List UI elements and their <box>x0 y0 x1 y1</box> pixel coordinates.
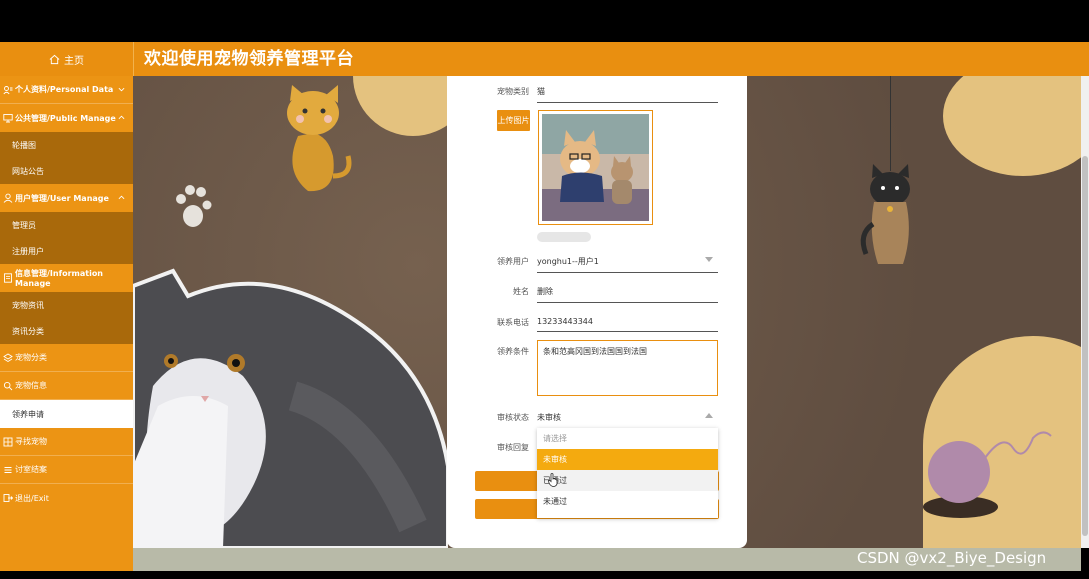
grid-icon <box>3 437 13 446</box>
home-icon <box>49 54 60 64</box>
status-option-approved[interactable]: 已通过 <box>537 470 718 491</box>
pet-type-field[interactable]: 猫 <box>537 86 718 103</box>
sidebar-item-label: 公共管理/Public Manage <box>15 113 116 123</box>
sidebar-item-admins[interactable]: 管理员 <box>0 212 133 238</box>
sidebar-item-public-manage[interactable]: 公共管理/Public Manage <box>0 104 133 132</box>
home-link[interactable]: 主页 <box>0 42 134 76</box>
adopter-select[interactable]: yonghu1--用户1 <box>537 256 718 273</box>
conditions-textarea[interactable]: 条和范高冈国到法国国到法国 <box>537 340 718 396</box>
sidebar-item-announcements[interactable]: 网站公告 <box>0 158 133 184</box>
bottom-black-bar <box>0 571 1089 579</box>
sidebar-item-pet-news[interactable]: 宠物资讯 <box>0 292 133 318</box>
sidebar-item-label: 宠物信息 <box>15 381 47 390</box>
hanging-cat-illustration <box>860 164 910 264</box>
sidebar-item-information-manage[interactable]: 信息管理/Information Manage <box>0 264 133 292</box>
pet-photo-preview[interactable] <box>538 110 653 225</box>
sidebar-item-label: 轮播图 <box>12 140 36 150</box>
status-option-rejected[interactable]: 未通过 <box>537 491 718 512</box>
status-dropdown: 请选择 未审核 已通过 未通过 <box>537 428 718 518</box>
layers-icon <box>3 352 13 362</box>
user-card-icon <box>3 85 13 94</box>
sidebar-item-pet-category[interactable]: 宠物分类 <box>0 344 133 372</box>
name-label: 姓名 <box>513 287 529 296</box>
name-field[interactable]: 删除 <box>537 286 718 303</box>
submenu-public-manage: 轮播图 网站公告 <box>0 132 133 184</box>
cartoon-cat-illustration <box>287 85 352 192</box>
logout-icon <box>3 494 13 502</box>
home-label: 主页 <box>64 55 84 67</box>
phone-field[interactable]: 13233443344 <box>537 317 718 332</box>
sidebar-item-label: 网站公告 <box>12 166 44 176</box>
sidebar-item-label: 宠物资讯 <box>12 300 44 310</box>
sidebar-item-label: 退出/Exit <box>15 493 49 503</box>
chevron-down-icon <box>118 87 125 92</box>
sidebar-item-carousel[interactable]: 轮播图 <box>0 132 133 158</box>
conditions-label: 领养条件 <box>497 347 529 356</box>
sidebar-item-case-closing[interactable]: 讨室结案 <box>0 456 133 484</box>
sidebar-item-label: 宠物分类 <box>15 353 47 362</box>
sidebar-item-label: 个人资料/Personal Data <box>15 85 114 94</box>
status-select[interactable]: 未审核 <box>537 412 718 429</box>
adoption-form-panel: 宠物类别 猫 上传图片 领养用户 yonghu1--用户1 姓名 删除 联系电话… <box>447 76 747 548</box>
status-option-placeholder[interactable]: 请选择 <box>537 428 718 449</box>
adopter-label: 领养用户 <box>497 257 529 266</box>
sidebar-item-label: 信息管理/Information Manage <box>15 269 104 288</box>
sidebar-item-registered-users[interactable]: 注册用户 <box>0 238 133 264</box>
watermark-text: CSDN @vx2_Biye_Design <box>857 549 1047 567</box>
page-scrollbar[interactable] <box>1081 76 1089 548</box>
chevron-up-icon <box>118 195 125 200</box>
sidebar-item-adoption-application[interactable]: 领养申请 <box>0 400 133 428</box>
submenu-information-manage: 宠物资讯 资讯分类 <box>0 292 133 344</box>
sidebar-item-label: 寻找宠物 <box>15 437 47 446</box>
sidebar-item-label: 领养申请 <box>12 409 44 419</box>
document-icon <box>4 273 12 283</box>
submenu-user-manage: 管理员 注册用户 <box>0 212 133 264</box>
yarn-string <box>984 431 1052 459</box>
user-icon <box>3 193 13 203</box>
caret-up-icon <box>705 413 713 418</box>
sidebar-item-label: 用户管理/User Manage <box>15 193 109 203</box>
chevron-up-icon <box>118 115 125 120</box>
sidebar-item-news-category[interactable]: 资讯分类 <box>0 318 133 344</box>
top-black-bar <box>0 0 1089 42</box>
adopter-value: yonghu1--用户1 <box>537 257 599 266</box>
reply-label: 审核回复 <box>497 443 529 452</box>
scrollbar-thumb[interactable] <box>1082 156 1088 536</box>
sidebar-item-label: 管理员 <box>12 220 36 230</box>
monitor-icon <box>3 114 13 123</box>
image-caption-placeholder <box>537 232 591 242</box>
paw-print-icon <box>176 185 212 227</box>
hanging-string <box>890 76 891 171</box>
search-icon <box>3 381 13 390</box>
list-icon <box>4 466 12 473</box>
page-title: 欢迎使用宠物领养管理平台 <box>144 49 354 69</box>
sidebar-item-label: 资讯分类 <box>12 326 44 336</box>
phone-label: 联系电话 <box>497 318 529 327</box>
sidebar-item-personal-data[interactable]: 个人资料/Personal Data <box>0 76 133 104</box>
sidebar-item-find-pet[interactable]: 寻找宠物 <box>0 428 133 456</box>
sidebar: 个人资料/Personal Data 公共管理/Public Manage 轮播… <box>0 76 133 571</box>
sidebar-item-label: 注册用户 <box>12 246 44 256</box>
hand-cursor-icon <box>548 473 558 487</box>
sidebar-item-pet-info[interactable]: 宠物信息 <box>0 372 133 400</box>
cat-photo <box>133 268 448 548</box>
sidebar-item-label: 讨室结案 <box>15 465 47 474</box>
sidebar-item-user-manage[interactable]: 用户管理/User Manage <box>0 184 133 212</box>
pet-type-label: 宠物类别 <box>497 87 529 96</box>
status-option-pending[interactable]: 未审核 <box>537 449 718 470</box>
app-header: 主页 欢迎使用宠物领养管理平台 <box>0 42 1089 76</box>
upload-image-button[interactable]: 上传图片 <box>497 110 530 131</box>
pet-photo-image <box>542 114 649 221</box>
status-label: 审核状态 <box>497 413 529 422</box>
yarn-ball-illustration <box>928 441 990 503</box>
status-value: 未审核 <box>537 413 561 422</box>
caret-down-icon <box>705 257 713 262</box>
sidebar-item-exit[interactable]: 退出/Exit <box>0 484 133 512</box>
